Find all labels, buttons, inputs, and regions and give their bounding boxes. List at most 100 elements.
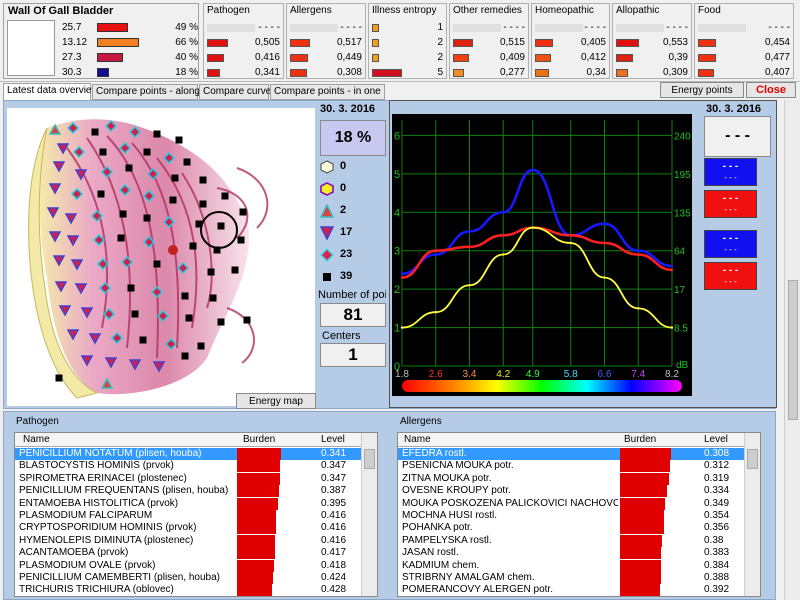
tissue-image[interactable]	[7, 108, 315, 406]
table-row[interactable]: EFEDRA rostl. 0.308	[398, 448, 744, 461]
square-marker[interactable]	[195, 220, 203, 228]
square-marker[interactable]	[169, 196, 177, 204]
table-row[interactable]: PENICILLIUM FREQUENTANS (plisen, houba) 0…	[15, 485, 361, 498]
category-value: - - - -	[340, 22, 362, 33]
table-row[interactable]: JASAN rostl. 0.383	[398, 547, 744, 560]
spectrum-chart[interactable]: 01234568.51764135195240255dB1.82.63.44.2…	[392, 114, 692, 396]
table-row[interactable]: PLASMODIUM OVALE (prvok) 0.418	[15, 559, 361, 572]
square-marker[interactable]	[125, 164, 133, 172]
right-date-label: 30. 3. 2016	[706, 103, 762, 115]
square-marker[interactable]	[243, 316, 251, 324]
row-name: SPIROMETRA ERINACEI (plostenec)	[19, 472, 187, 484]
table-row[interactable]: PSENICNA MOUKA potr. 0.312	[398, 460, 744, 473]
table-row[interactable]: CRYPTOSPORIDIUM HOMINIS (prvok) 0.416	[15, 522, 361, 535]
square-marker[interactable]	[143, 148, 151, 156]
row-name: STRIBRNY AMALGAM chem.	[402, 572, 535, 583]
table-row[interactable]: PENICILLIUM NOTATUM (plisen, houba) 0.341	[15, 448, 361, 461]
square-marker[interactable]	[217, 318, 225, 326]
tab-3[interactable]: Compare curves	[199, 84, 276, 100]
square-marker[interactable]	[189, 242, 197, 250]
table-row[interactable]: STRIBRNY AMALGAM chem. 0.388	[398, 572, 744, 584]
tab-1[interactable]: Latest data overview	[3, 83, 99, 101]
square-marker[interactable]	[143, 214, 151, 222]
table-row[interactable]: MOCHNA HUSI rostl. 0.354	[398, 510, 744, 522]
category-value: 2	[437, 52, 443, 63]
table-row[interactable]: SPIROMETRA ERINACEI (plostenec) 0.347	[15, 472, 361, 485]
scrollbar[interactable]	[744, 433, 760, 596]
row-name: CRYPTOSPORIDIUM HOMINIS (prvok)	[19, 522, 197, 534]
table-row[interactable]: TRICHURIS TRICHIURA (oblovec) 0.428	[15, 584, 361, 596]
col-level[interactable]: Level	[704, 434, 728, 445]
col-name[interactable]: Name	[404, 434, 431, 445]
row-burden-bar	[620, 448, 671, 460]
square-marker[interactable]	[183, 158, 191, 166]
energy-map-button[interactable]: Energy map	[236, 393, 316, 409]
category-bar	[372, 54, 379, 62]
square-marker[interactable]	[171, 174, 179, 182]
table-row[interactable]: ACANTAMOEBA (prvok) 0.417	[15, 547, 361, 560]
square-marker[interactable]	[237, 236, 245, 244]
square-marker[interactable]	[207, 268, 215, 276]
table-row[interactable]: PENICILLIUM CAMEMBERTI (plisen, houba) 0.…	[15, 572, 361, 584]
square-marker[interactable]	[117, 234, 125, 242]
square-marker[interactable]	[199, 176, 207, 184]
table-row[interactable]: POMERANCOVY ALERGEN potr. 0.392	[398, 584, 744, 596]
square-marker[interactable]	[99, 148, 107, 156]
category-bar	[207, 39, 228, 47]
tab-4[interactable]: Compare points - in one	[270, 84, 385, 100]
square-marker[interactable]	[55, 374, 63, 382]
square-marker[interactable]	[119, 210, 127, 218]
square-marker[interactable]	[139, 336, 147, 344]
col-burden[interactable]: Burden	[624, 434, 656, 445]
square-marker[interactable]	[197, 342, 205, 350]
col-burden[interactable]: Burden	[243, 434, 275, 445]
table-row[interactable]: ENTAMOEBA HISTOLITICA (prvok) 0.395	[15, 497, 361, 510]
table-row[interactable]: PLASMODIUM FALCIPARUM 0.416	[15, 510, 361, 522]
col-level[interactable]: Level	[321, 434, 345, 445]
scrollbar[interactable]	[361, 433, 377, 596]
table-row[interactable]: MOUKA POSKOZENA PALICKOVICI NACHOVOU 0.34…	[398, 497, 744, 510]
table-row[interactable]: POHANKA potr. 0.356	[398, 522, 744, 535]
series-point	[502, 253, 505, 256]
square-marker[interactable]	[221, 192, 229, 200]
square-marker[interactable]	[97, 190, 105, 198]
square-marker[interactable]	[239, 208, 247, 216]
col-name[interactable]: Name	[23, 434, 50, 445]
square-marker[interactable]	[153, 130, 161, 138]
tab-2[interactable]: Compare points - alongside	[92, 84, 218, 100]
square-marker[interactable]	[185, 314, 193, 322]
close-button[interactable]: Close	[746, 82, 796, 98]
square-marker[interactable]	[175, 136, 183, 144]
category-value: - - - -	[768, 22, 790, 33]
square-marker[interactable]	[91, 128, 99, 136]
square-marker[interactable]	[231, 266, 239, 274]
allergens-table[interactable]: Name Burden Level EFEDRA rostl. 0.308 PSEN…	[397, 432, 761, 597]
table-row[interactable]: PAMPELYSKA rostl. 0.38	[398, 534, 744, 547]
table-row[interactable]: KADMIUM chem. 0.384	[398, 559, 744, 572]
page-scrollbar[interactable]	[784, 100, 800, 600]
summary-bar: Wall Of Gall Bladder 25.7 49 % 13.12 66 % 27…	[0, 0, 800, 82]
square-marker[interactable]	[181, 292, 189, 300]
square-marker[interactable]	[217, 222, 225, 230]
table-row[interactable]: ZITNA MOUKA potr. 0.319	[398, 472, 744, 485]
category-value: 0,309	[662, 67, 688, 78]
page-scrollbar-thumb[interactable]	[788, 280, 798, 420]
square-marker[interactable]	[131, 310, 139, 318]
table-row[interactable]: HYMENOLEPIS DIMINUTA (plostenec) 0.416	[15, 534, 361, 547]
table-row[interactable]: BLASTOCYSTIS HOMINIS (prvok) 0.347	[15, 460, 361, 473]
table-row[interactable]: OVESNE KROUPY potr. 0.334	[398, 485, 744, 498]
spectrum-legend-bar	[402, 380, 682, 392]
square-marker[interactable]	[181, 352, 189, 360]
square-marker[interactable]	[153, 260, 161, 268]
square-marker[interactable]	[209, 294, 217, 302]
series-point	[603, 222, 606, 225]
square-marker[interactable]	[213, 246, 221, 254]
category-food: Food - - - - 0,454 0,477 0,407	[694, 3, 794, 79]
row-level: 0.312	[704, 460, 730, 472]
pathogen-table[interactable]: Name Burden Level PENICILLIUM NOTATUM (p…	[14, 432, 378, 597]
energy-points-button[interactable]: Energy points	[660, 82, 744, 98]
square-marker[interactable]	[199, 200, 207, 208]
scrollbar-thumb[interactable]	[364, 449, 375, 469]
square-marker[interactable]	[127, 284, 135, 292]
scrollbar-thumb[interactable]	[747, 449, 758, 469]
